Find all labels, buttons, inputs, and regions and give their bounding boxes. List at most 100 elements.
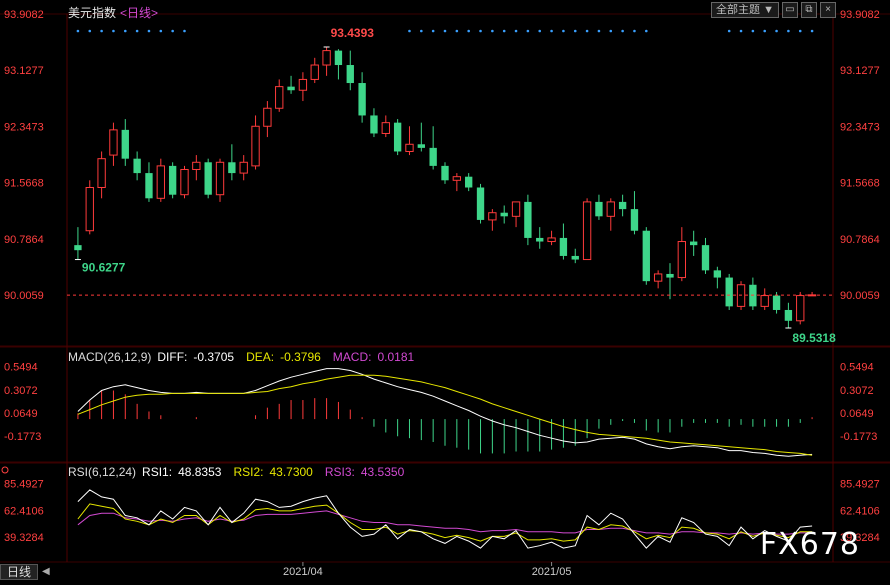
candle-body-up bbox=[239, 161, 248, 174]
signal-dot bbox=[467, 29, 470, 33]
rsi2-number: 43.7300 bbox=[269, 465, 313, 479]
scroll-left-icon[interactable]: ◀ bbox=[42, 564, 50, 580]
price-tick-left: 92.3473 bbox=[4, 121, 44, 133]
rsi-tick-right: 62.4106 bbox=[840, 505, 880, 517]
watermark: FX678 bbox=[759, 527, 860, 562]
signal-dot bbox=[479, 29, 482, 33]
candle-body-up bbox=[215, 161, 225, 196]
candle-body-up bbox=[511, 201, 521, 217]
candle-body-down bbox=[465, 176, 473, 188]
macd-tick-left: 0.5494 bbox=[4, 362, 38, 374]
candle-body-up bbox=[275, 86, 284, 109]
candlestick-series: 93.4393 90.6277 89.5318 bbox=[74, 26, 836, 345]
macd-panel: 0.5494 0.5494 0.3072 0.3072 0.0649 0.0649 -0.1… bbox=[4, 362, 877, 457]
price-tick-left: 93.9082 bbox=[4, 9, 44, 21]
candle-body-down bbox=[725, 277, 733, 307]
signal-dot bbox=[538, 29, 542, 33]
candle-body-down bbox=[524, 201, 532, 238]
candle-body-down bbox=[784, 309, 793, 321]
candle-body-down bbox=[358, 83, 366, 116]
price-tick-left: 90.7864 bbox=[4, 234, 44, 246]
signal-dot bbox=[159, 29, 163, 33]
macd-tick-left: 0.0649 bbox=[4, 408, 38, 420]
signal-dot bbox=[645, 29, 648, 33]
candle-body-down bbox=[618, 201, 627, 210]
signal-dot bbox=[455, 29, 459, 33]
candle-body-down bbox=[666, 273, 674, 278]
candle-body-down bbox=[121, 129, 129, 159]
signal-dot bbox=[573, 29, 577, 33]
rsi2-line bbox=[77, 503, 813, 542]
rsi2-value: RSI2: 43.7300 bbox=[233, 465, 318, 479]
candle-body-down bbox=[145, 173, 153, 199]
theme-dropdown[interactable]: 全部主题 ▼ bbox=[711, 2, 779, 18]
candle-body-down bbox=[559, 237, 568, 256]
macd-value: MACD: 0.0181 bbox=[333, 350, 420, 364]
bottom-bar: 日线 ◀ bbox=[0, 564, 50, 580]
candle-body-up bbox=[310, 64, 319, 80]
signal-dot bbox=[76, 29, 80, 33]
tab-daily[interactable]: 日线 bbox=[0, 564, 39, 580]
close-icon[interactable]: × bbox=[820, 2, 836, 18]
candle-body-up bbox=[606, 201, 615, 217]
candle-body-down bbox=[441, 165, 449, 181]
window-icon[interactable]: ▭ bbox=[782, 2, 798, 18]
macd-tick-right: -0.1773 bbox=[840, 431, 877, 443]
signal-dot bbox=[431, 29, 435, 33]
macd-tick-right: 0.3072 bbox=[840, 385, 874, 397]
time-tick-label: 2021/04 bbox=[283, 566, 323, 578]
signal-dot bbox=[443, 29, 447, 33]
signal-dot bbox=[100, 29, 103, 33]
candle-body-up bbox=[760, 295, 769, 307]
rsi-legend: RSI(6,12,24) RSI1: 48.8353 RSI2: 43.7300 RSI3… bbox=[68, 465, 416, 479]
candle-body-up bbox=[677, 241, 686, 279]
candle-body-down bbox=[133, 158, 141, 174]
candle-body-up bbox=[653, 273, 663, 282]
price-tick-right: 92.3473 bbox=[840, 121, 880, 133]
candle-body-down bbox=[713, 270, 722, 278]
candle-body-up bbox=[97, 158, 106, 188]
rsi2-label: RSI2: bbox=[233, 465, 264, 479]
candle-body-down bbox=[228, 162, 236, 174]
signal-dot bbox=[810, 29, 814, 33]
signal-dot bbox=[751, 29, 755, 33]
price-tick-left: 90.0059 bbox=[4, 290, 44, 302]
macd-label: MACD: bbox=[332, 350, 372, 364]
candle-body-up bbox=[263, 107, 272, 127]
signal-dot bbox=[597, 29, 601, 33]
diff-number: -0.3705 bbox=[193, 350, 235, 364]
macd-tick-left: -0.1773 bbox=[4, 431, 41, 443]
signal-dot bbox=[562, 29, 565, 33]
candle-body-down bbox=[500, 212, 508, 217]
macd-tick-right: 0.0649 bbox=[840, 408, 874, 420]
signal-dot bbox=[420, 29, 423, 33]
rsi-panel: 85.4927 85.492762.4106 62.410639.3284 39.32… bbox=[1, 466, 880, 549]
candle-body-down bbox=[334, 50, 343, 66]
chart-title-bar: 美元指数 <日线> bbox=[68, 4, 158, 21]
signal-dot bbox=[491, 29, 494, 33]
signal-dot bbox=[88, 29, 92, 33]
candle-body-up bbox=[488, 212, 497, 221]
signal-dot bbox=[526, 29, 530, 33]
rsi-name: RSI(6,12,24) bbox=[68, 465, 137, 479]
low-price-label-left: 90.6277 bbox=[82, 261, 126, 275]
signal-dot bbox=[787, 29, 790, 33]
candle-body-down bbox=[772, 295, 781, 310]
candle-body-down bbox=[642, 230, 650, 282]
macd-tick-right: 0.5494 bbox=[840, 362, 874, 374]
signal-dot bbox=[775, 29, 778, 33]
signal-dot bbox=[633, 29, 636, 33]
candle-body-down bbox=[168, 165, 177, 195]
price-tick-left: 91.5668 bbox=[4, 178, 44, 190]
candle-body-down bbox=[370, 115, 378, 134]
period-selector[interactable]: <日线> bbox=[120, 6, 158, 20]
price-tick-left: 93.1277 bbox=[4, 65, 44, 77]
macd-number: 0.0181 bbox=[377, 350, 415, 364]
top-toolbar: 全部主题 ▼ ▭ ⧉ × bbox=[711, 2, 836, 18]
candle-body-down bbox=[476, 187, 485, 220]
signal-dot bbox=[585, 29, 589, 33]
macd-name: MACD(26,12,9) bbox=[68, 350, 152, 364]
price-tick-right: 91.5668 bbox=[840, 178, 880, 190]
restore-icon[interactable]: ⧉ bbox=[801, 2, 817, 18]
candle-body-up bbox=[582, 201, 592, 261]
